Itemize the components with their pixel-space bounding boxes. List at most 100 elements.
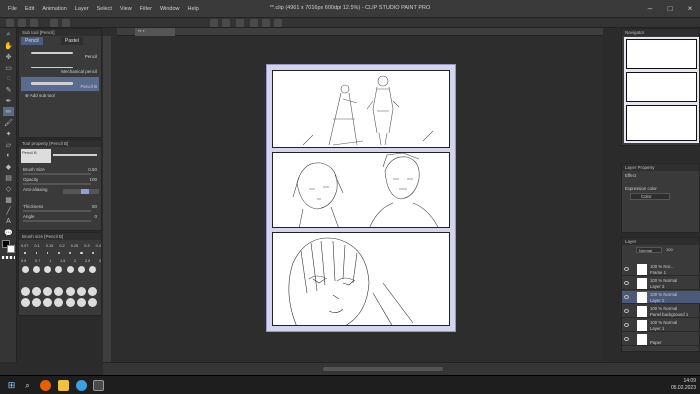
- brush-size-dot[interactable]: [54, 286, 64, 296]
- layer-row[interactable]: 100 % Normal Layer 3: [622, 277, 700, 290]
- eye-icon[interactable]: [624, 267, 629, 271]
- layer-row[interactable]: 100 % Normal Layer 1: [622, 319, 700, 332]
- firefox-icon[interactable]: [40, 380, 51, 391]
- deselect-icon[interactable]: [250, 19, 258, 27]
- menu-layer[interactable]: Layer: [71, 6, 93, 12]
- windows-start-icon[interactable]: ⊞: [6, 380, 17, 391]
- sub-color-swatch[interactable]: [7, 245, 15, 253]
- brush-item-pencil-b[interactable]: Pencil B: [21, 77, 99, 91]
- brush-size-dot[interactable]: [78, 265, 85, 273]
- layer-row[interactable]: Paper: [622, 333, 700, 346]
- opacity-row[interactable]: Opacity 100: [23, 177, 99, 185]
- balloon-icon[interactable]: 💬: [3, 228, 14, 237]
- blend-mode-select[interactable]: Normal: [636, 247, 662, 253]
- thickness-row[interactable]: Thickness 50: [23, 204, 99, 212]
- ruler-icon[interactable]: ╱: [3, 206, 14, 215]
- frame-icon[interactable]: ▦: [3, 195, 14, 204]
- brush-size-dot[interactable]: [44, 265, 52, 273]
- brush-size-dot[interactable]: [69, 252, 72, 254]
- eraser-icon[interactable]: ▱: [3, 140, 14, 149]
- canvas-tab[interactable]: ** *: [135, 28, 175, 36]
- tab-pastel[interactable]: Pastel: [61, 37, 83, 45]
- clip-studio-icon[interactable]: [93, 380, 104, 391]
- menu-help[interactable]: Help: [184, 6, 203, 12]
- brush-size-dot[interactable]: [20, 286, 30, 296]
- menu-select[interactable]: Select: [93, 6, 116, 12]
- brush-size-dot[interactable]: [54, 298, 64, 307]
- layer-row[interactable]: 100 % Nor... Frame 1: [622, 263, 700, 276]
- transform-icon[interactable]: [236, 19, 244, 27]
- brush-size-dot[interactable]: [31, 298, 41, 307]
- eye-icon[interactable]: [624, 281, 629, 285]
- anti-aliasing-row[interactable]: Anti-aliasing: [23, 187, 99, 194]
- eye-icon[interactable]: [624, 309, 629, 313]
- menu-view[interactable]: View: [116, 6, 136, 12]
- brush-size-dot[interactable]: [65, 286, 75, 296]
- brush-size-dot[interactable]: [43, 286, 53, 296]
- blend-icon[interactable]: ◐: [3, 151, 14, 160]
- lasso-icon[interactable]: ◌: [3, 74, 14, 83]
- brush-size-row[interactable]: Brush Size 0.50: [23, 167, 99, 175]
- menu-edit[interactable]: Edit: [21, 6, 38, 12]
- figure-icon[interactable]: ◇: [3, 184, 14, 193]
- brush-size-dot[interactable]: [24, 252, 26, 254]
- eye-icon[interactable]: [624, 337, 629, 341]
- brush-size-dot[interactable]: [88, 298, 98, 307]
- brush-size-dot[interactable]: [20, 298, 30, 307]
- edge-icon[interactable]: [76, 380, 87, 391]
- file-explorer-icon[interactable]: [58, 380, 69, 391]
- airbrush-icon[interactable]: ✦: [3, 129, 14, 138]
- fill-icon[interactable]: [222, 19, 230, 27]
- brush-size-dot[interactable]: [46, 252, 49, 254]
- brush-size-dot[interactable]: [32, 265, 40, 273]
- brush-size-dot[interactable]: [31, 286, 41, 296]
- eye-icon[interactable]: [624, 323, 629, 327]
- close-icon[interactable]: ×: [680, 0, 700, 18]
- brush-size-dot[interactable]: [65, 298, 75, 307]
- brush-size-dot[interactable]: [89, 265, 97, 273]
- expression-color-select[interactable]: Color: [630, 193, 670, 200]
- pencil-icon[interactable]: ✏: [3, 107, 14, 116]
- menu-window[interactable]: Window: [156, 6, 184, 12]
- undo-icon[interactable]: [50, 19, 58, 27]
- tab-pencil[interactable]: Pencil: [21, 37, 43, 45]
- brush-item-pencil[interactable]: Pencil: [21, 47, 99, 61]
- brush-size-dot[interactable]: [88, 286, 98, 296]
- hand-icon[interactable]: ✋: [3, 41, 14, 50]
- manga-page[interactable]: [266, 64, 456, 332]
- horizontal-scrollbar[interactable]: [323, 367, 443, 371]
- brush-size-dot[interactable]: [43, 298, 53, 307]
- menu-file[interactable]: File: [4, 6, 21, 12]
- brush-size-dot[interactable]: [80, 251, 83, 255]
- menu-filter[interactable]: Filter: [136, 6, 156, 12]
- menu-animation[interactable]: Animation: [38, 6, 70, 12]
- transparent-color-icon[interactable]: [2, 256, 15, 259]
- comic-panel-3[interactable]: [272, 232, 450, 326]
- invert-selection-icon[interactable]: [262, 19, 270, 27]
- layer-opacity[interactable]: 100: [666, 247, 673, 252]
- add-sub-tool-button[interactable]: ⊕ Add sub tool: [25, 93, 55, 99]
- layer-row[interactable]: 100 % Normal Layer 2: [622, 291, 700, 304]
- brush-icon[interactable]: 🖌: [3, 118, 14, 127]
- brush-size-dot[interactable]: [91, 251, 95, 255]
- layer-row[interactable]: 100 % Normal Panel background 1: [622, 305, 700, 318]
- new-icon[interactable]: [6, 19, 14, 27]
- zoom-icon[interactable]: ⌕: [3, 30, 14, 39]
- brush-size-dot[interactable]: [21, 265, 29, 273]
- comic-panel-2[interactable]: [272, 152, 450, 228]
- save-icon[interactable]: [30, 19, 38, 27]
- brush-size-dot[interactable]: [35, 252, 38, 254]
- search-icon[interactable]: ⌕: [22, 380, 33, 391]
- brush-size-dot[interactable]: [77, 286, 86, 296]
- selection-icon[interactable]: ▭: [3, 63, 14, 72]
- move-icon[interactable]: ✥: [3, 52, 14, 61]
- fill-bucket-icon[interactable]: ◆: [3, 162, 14, 171]
- minimize-icon[interactable]: –: [640, 0, 660, 18]
- navigator-preview[interactable]: [624, 37, 699, 143]
- system-clock[interactable]: 14:09 05.02.2023: [671, 378, 696, 392]
- open-icon[interactable]: [18, 19, 26, 27]
- brush-size-dot[interactable]: [66, 265, 74, 273]
- maximize-icon[interactable]: □: [660, 0, 680, 18]
- gradient-icon[interactable]: ▤: [3, 173, 14, 182]
- brush-size-dot[interactable]: [55, 265, 63, 273]
